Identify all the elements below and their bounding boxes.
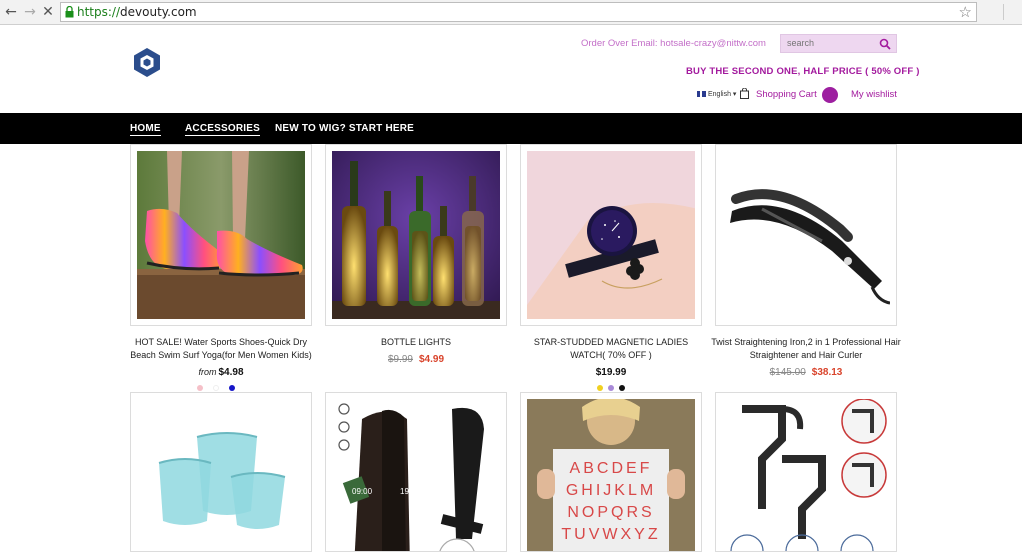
product-card-alphabet-board[interactable]: ABCDEF GHIJKLM NOPQRS TUVWXYZ	[520, 392, 702, 552]
order-email: Order Over Email: hotsale-crazy@nittw.co…	[581, 38, 766, 49]
wishlist-link[interactable]: My wishlist	[851, 89, 897, 100]
uk-flag-icon	[697, 91, 706, 98]
search-box[interactable]	[780, 34, 897, 53]
original-price: $9.99	[387, 354, 413, 365]
back-arrow-icon[interactable]: ←	[3, 4, 19, 20]
price-value: $19.99	[595, 367, 627, 378]
alphabet-row-3: NOPQRS	[567, 504, 654, 521]
product-card-silicone-bags[interactable]	[130, 392, 312, 552]
promo-banner: BUY THE SECOND ONE, HALF PRICE ( 50% OFF…	[686, 66, 920, 77]
main-navigation: HOME ACCESSORIES NEW TO WIG? START HERE	[0, 113, 1022, 144]
product-card-hair-straightener[interactable]: 09:00 19:00	[325, 392, 507, 552]
cart-count-badge[interactable]	[822, 87, 838, 103]
water-shoes-image	[137, 151, 305, 319]
site-logo[interactable]	[133, 47, 161, 78]
product-price: from $4.98	[130, 367, 312, 378]
browser-toolbar: ← → ✕ https://devouty.com ☆	[0, 0, 1022, 25]
toolbar-divider	[1003, 4, 1004, 20]
time-label-left: 09:00	[352, 487, 373, 496]
product-price: $19.99	[520, 367, 702, 378]
forward-arrow-icon[interactable]: →	[22, 4, 38, 20]
price-value: $4.98	[218, 367, 244, 378]
product-card-water-shoes[interactable]	[130, 144, 312, 326]
bookmark-star-icon[interactable]: ☆	[959, 3, 972, 21]
product-title[interactable]: HOT SALE! Water Sports Shoes-Quick Dry B…	[126, 336, 316, 362]
product-title[interactable]: STAR-STUDDED MAGNETIC LADIES WATCH( 70% …	[516, 336, 706, 362]
language-selector[interactable]: English ▾	[697, 90, 736, 98]
curtain-bracket-image	[722, 399, 890, 551]
original-price: $145.00	[769, 367, 806, 378]
nav-new-to-wig[interactable]: NEW TO WIG? START HERE	[275, 123, 414, 134]
lock-icon	[65, 6, 74, 18]
hair-straightener-image: 09:00 19:00	[332, 399, 500, 551]
product-card-bottle-lights[interactable]	[325, 144, 507, 326]
color-swatch-black[interactable]	[619, 385, 625, 391]
price-prefix: from	[198, 367, 217, 377]
alphabet-row-4: TUVWXYZ	[561, 526, 660, 543]
search-input[interactable]	[787, 38, 877, 48]
stop-loading-icon[interactable]: ✕	[40, 4, 56, 20]
sale-price: $4.99	[419, 354, 445, 365]
bottle-lights-image	[332, 151, 500, 319]
shopping-cart-link[interactable]: Shopping Cart	[756, 89, 817, 100]
url-text: https://devouty.com	[77, 5, 197, 19]
magnetic-watch-image	[527, 151, 695, 319]
shopping-bag-icon[interactable]	[740, 88, 749, 99]
product-card-straightening-iron[interactable]	[715, 144, 897, 326]
alphabet-row-2: GHIJKLM	[566, 482, 656, 499]
silicone-bags-image	[137, 399, 305, 551]
color-swatch-white[interactable]	[213, 385, 219, 391]
nav-accessories[interactable]: ACCESSORIES	[185, 123, 260, 136]
color-swatch-pink[interactable]	[197, 385, 203, 391]
color-swatch-yellow[interactable]	[597, 385, 603, 391]
product-card-magnetic-watch[interactable]	[520, 144, 702, 326]
alphabet-row-1: ABCDEF	[570, 460, 653, 477]
product-card-curtain-bracket[interactable]	[715, 392, 897, 552]
nav-home[interactable]: HOME	[130, 123, 161, 136]
alphabet-board-image: ABCDEF GHIJKLM NOPQRS TUVWXYZ	[527, 399, 695, 551]
product-price: $9.99 $4.99	[325, 354, 507, 365]
time-label-right: 19:00	[400, 487, 421, 496]
product-price: $145.00 $38.13	[715, 367, 897, 378]
search-icon[interactable]	[879, 38, 891, 50]
straightening-iron-image	[722, 151, 890, 319]
product-title[interactable]: Twist Straightening Iron,2 in 1 Professi…	[711, 336, 901, 362]
address-bar[interactable]: https://devouty.com ☆	[60, 2, 977, 22]
color-swatch-purple[interactable]	[608, 385, 614, 391]
color-swatch-blue[interactable]	[229, 385, 235, 391]
sale-price: $38.13	[811, 367, 843, 378]
product-title[interactable]: BOTTLE LIGHTS	[321, 336, 511, 349]
